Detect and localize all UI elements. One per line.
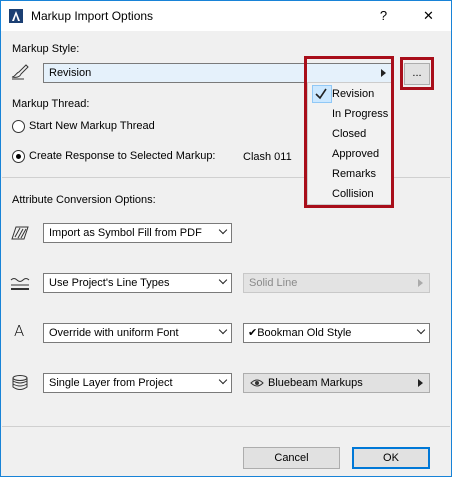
start-new-thread-label[interactable]: Start New Markup Thread [29,120,155,132]
chevron-down-icon [218,375,228,385]
layer-value: Bluebeam Markups [268,377,363,389]
font-conversion-value: Override with uniform Font [49,327,179,339]
help-button[interactable]: ? [361,1,406,31]
fill-conversion-select[interactable]: Import as Symbol Fill from PDF [43,223,232,243]
chevron-down-icon [218,275,228,285]
font-select[interactable]: ✔Bookman Old Style [243,323,430,343]
fill-conversion-value: Import as Symbol Fill from PDF [49,227,202,239]
app-icon [9,9,23,23]
markup-thread-label: Markup Thread: [12,98,90,110]
font-check-icon: ✔ [248,327,258,339]
attribute-conversion-label: Attribute Conversion Options: [12,194,156,206]
line-type-value: Solid Line [249,277,298,289]
font-icon: A [14,322,25,340]
ok-button[interactable]: OK [352,447,430,469]
highlight-dropdown-box [304,56,394,208]
layers-icon [12,375,28,390]
create-response-radio[interactable] [12,150,25,163]
cancel-button[interactable]: Cancel [243,447,340,469]
line-type-select: Solid Line [243,273,430,293]
chevron-down-icon [416,325,426,335]
highlight-browse-box [400,57,434,90]
font-value: Bookman Old Style [257,327,352,339]
line-conversion-select[interactable]: Use Project's Line Types [43,273,232,293]
chevron-down-icon [218,225,228,235]
fill-icon [11,226,29,240]
line-type-icon [10,278,30,290]
chevron-right-icon [418,279,423,287]
start-new-thread-radio[interactable] [12,120,25,133]
close-button[interactable]: ✕ [406,1,451,31]
markup-style-value: Revision [49,67,92,79]
layer-conversion-value: Single Layer from Project [49,377,173,389]
window-title: Markup Import Options [31,9,154,23]
create-response-label[interactable]: Create Response to Selected Markup: [29,150,216,162]
layer-conversion-select[interactable]: Single Layer from Project [43,373,232,393]
font-conversion-select[interactable]: Override with uniform Font [43,323,232,343]
markup-style-label: Markup Style: [12,43,80,55]
line-conversion-value: Use Project's Line Types [49,277,170,289]
markup-import-dialog: Markup Import Options ? ✕ Markup Style: … [0,0,452,477]
markup-pen-icon [11,64,29,80]
layer-select[interactable]: Bluebeam Markups [243,373,430,393]
response-target: Clash 011 [243,151,292,163]
footer-divider [2,426,450,427]
chevron-right-icon [418,379,423,387]
chevron-down-icon [218,325,228,335]
eye-icon [250,379,264,387]
title-bar: Markup Import Options ? ✕ [1,1,451,31]
